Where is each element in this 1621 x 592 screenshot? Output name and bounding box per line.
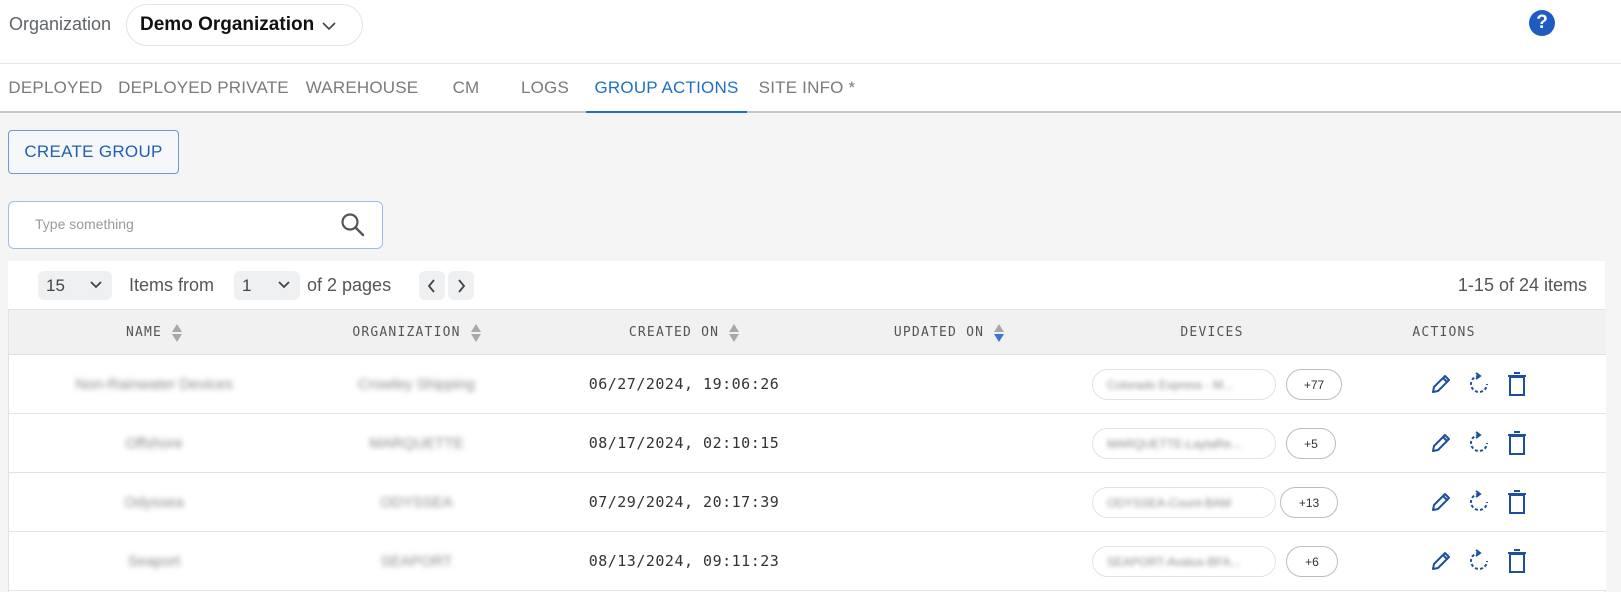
edit-icon[interactable] (1427, 487, 1455, 517)
help-icon[interactable]: ? (1529, 10, 1555, 36)
items-from-label: Items from (129, 275, 215, 295)
search-icon[interactable] (340, 212, 366, 238)
groups-table: NAME ORGANIZATION CREATED ON UPDATED ON … (8, 309, 1606, 592)
cell-created-on: 06/27/2024, 19:06:26 (588, 375, 780, 393)
tab-cm[interactable]: CM (436, 64, 496, 111)
edit-icon[interactable] (1427, 369, 1455, 399)
tab-bar: DEPLOYED DEPLOYED PRIVATE WAREHOUSE CM L… (0, 64, 1621, 113)
cell-name: Odyssea (124, 493, 184, 511)
of-pages-label: of 2 pages (307, 275, 392, 295)
cell-name: Offshore (125, 434, 183, 452)
chevron-left-icon (427, 278, 435, 293)
sort-desc-icon (994, 323, 1005, 343)
delete-icon[interactable] (1503, 487, 1531, 517)
sort-icon (470, 323, 481, 343)
column-header-updated-on[interactable]: UPDATED ON (829, 310, 1069, 355)
chevron-down-icon (90, 281, 102, 289)
column-header-actions: ACTIONS (1412, 325, 1476, 340)
cell-created-on: 07/29/2024, 20:17:39 (588, 493, 780, 511)
cell-organization: ODYSSEA (380, 493, 453, 511)
device-chip[interactable]: Colorado Express - M... (1092, 369, 1276, 400)
edit-icon[interactable] (1427, 428, 1455, 458)
refresh-icon[interactable] (1465, 546, 1493, 576)
device-chip[interactable]: MARQUETTE-LaytaRe... (1092, 428, 1276, 459)
tab-group-actions[interactable]: GROUP ACTIONS (586, 64, 747, 113)
search-box (8, 201, 383, 249)
delete-icon[interactable] (1503, 369, 1531, 399)
cell-created-on: 08/13/2024, 09:11:23 (588, 552, 780, 570)
cell-updated-on (829, 473, 1069, 531)
device-chip[interactable]: SEAPORT-Avatus-BFA... (1092, 546, 1276, 577)
column-header-organization[interactable]: ORGANIZATION (309, 310, 524, 355)
device-chip[interactable]: ODYSSEA-Count-BAM (1092, 487, 1276, 518)
more-devices-chip[interactable]: +6 (1286, 546, 1338, 577)
table-row[interactable]: Seaport SEAPORT 08/13/2024, 09:11:23 SEA… (9, 532, 1606, 591)
page-size-value: 15 (46, 275, 65, 295)
pagination-bar: 15 Items from 1 of 2 pages 1-15 of 24 it… (8, 261, 1605, 309)
sort-icon (172, 323, 183, 343)
tab-logs[interactable]: LOGS (510, 64, 580, 111)
organization-select[interactable]: Demo Organization (126, 4, 363, 46)
table-header: NAME ORGANIZATION CREATED ON UPDATED ON … (9, 310, 1606, 355)
cell-updated-on (829, 414, 1069, 472)
prev-page-button[interactable] (419, 271, 445, 300)
organization-label: Organization (9, 14, 112, 34)
more-devices-chip[interactable]: +77 (1286, 369, 1342, 400)
search-input[interactable] (35, 216, 315, 232)
column-header-created-on[interactable]: CREATED ON (569, 310, 799, 355)
items-count: 1-15 of 24 items (1457, 275, 1587, 295)
tab-deployed[interactable]: DEPLOYED (0, 64, 111, 111)
more-devices-chip[interactable]: +5 (1286, 428, 1336, 459)
tab-site-info[interactable]: SITE INFO * (752, 64, 862, 111)
column-header-devices: DEVICES (1180, 325, 1244, 340)
table-row[interactable]: Non-Rainwater Devices Crowley Shipping 0… (9, 355, 1606, 414)
cell-name: Non-Rainwater Devices (75, 375, 233, 393)
chevron-down-icon (278, 281, 290, 289)
table-row[interactable]: Odyssea ODYSSEA 07/29/2024, 20:17:39 ODY… (9, 473, 1606, 532)
cell-name: Seaport (127, 552, 181, 570)
tab-deployed-private[interactable]: DEPLOYED PRIVATE (111, 64, 296, 111)
top-bar: Organization Demo Organization ? (0, 0, 1621, 64)
refresh-icon[interactable] (1465, 369, 1493, 399)
next-page-button[interactable] (448, 271, 474, 300)
organization-select-value: Demo Organization (140, 14, 315, 35)
cell-organization: MARQUETTE (369, 434, 464, 452)
delete-icon[interactable] (1503, 546, 1531, 576)
page-select[interactable]: 1 (234, 271, 300, 300)
edit-icon[interactable] (1427, 546, 1455, 576)
table-row[interactable]: Offshore MARQUETTE 08/17/2024, 02:10:15 … (9, 414, 1606, 473)
chevron-down-icon (322, 22, 336, 31)
more-devices-chip[interactable]: +13 (1280, 487, 1338, 518)
cell-updated-on (829, 355, 1069, 413)
cell-updated-on (829, 532, 1069, 590)
cell-organization: Crowley Shipping (358, 375, 475, 393)
create-group-button[interactable]: CREATE GROUP (8, 130, 179, 174)
refresh-icon[interactable] (1465, 487, 1493, 517)
content-area: CREATE GROUP 15 Items from 1 of 2 pages … (0, 113, 1621, 592)
column-header-name[interactable]: NAME (39, 310, 269, 355)
refresh-icon[interactable] (1465, 428, 1493, 458)
cell-organization: SEAPORT (380, 552, 453, 570)
cell-created-on: 08/17/2024, 02:10:15 (588, 434, 780, 452)
sort-icon (729, 323, 740, 343)
tab-warehouse[interactable]: WAREHOUSE (298, 64, 426, 111)
chevron-right-icon (458, 278, 466, 293)
page-value: 1 (242, 275, 252, 295)
page-size-select[interactable]: 15 (38, 271, 112, 300)
delete-icon[interactable] (1503, 428, 1531, 458)
